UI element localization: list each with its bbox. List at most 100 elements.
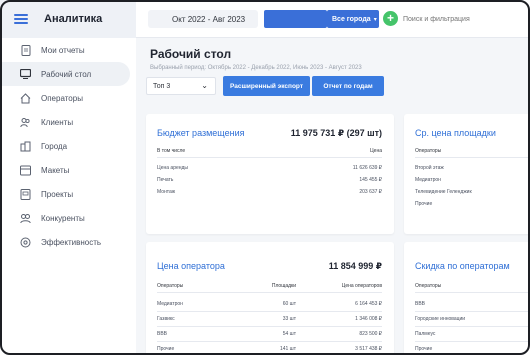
column-header: Операторы [415,283,442,289]
sidebar-item-label: Конкуренты [41,213,85,223]
sidebar-item-label: Эффективность [41,237,102,247]
operator-price-card: Цена оператора 11 854 999 ₽ Операторы Пл… [146,242,394,355]
sidebar-item-label: Мои отчеты [41,45,85,55]
column-header: Площадки [271,283,296,289]
table-cell: 6 164 453 ₽ [355,301,382,307]
table-cell: 203 637 ₽ [359,189,382,195]
divider [415,292,530,293]
table-cell: 823 500 ₽ [359,331,382,337]
column-header: В том числе [157,148,186,154]
divider [157,157,382,158]
top-n-select-value: Топ 3 [153,82,171,90]
extended-export-button[interactable]: Расширенный экспорт [223,76,310,96]
divider [157,292,382,293]
table-cell: Медиатрон [415,177,441,183]
table-cell: 54 шт [282,331,296,337]
table-cell: Прочие [157,346,175,352]
sidebar-item-cities[interactable]: Города [0,134,130,158]
divider [157,311,382,312]
sidebar-item-clients[interactable]: Клиенты [0,110,130,134]
sidebar-item-competitors[interactable]: Конкуренты [0,206,130,230]
sidebar-item-efficiency[interactable]: Эффективность [0,230,130,254]
app-window: Аналитика Окт 2022 - Авг 2023 Все города… [0,0,530,355]
sidebar-item-operators[interactable]: Операторы [0,86,130,110]
layout-icon [20,165,31,176]
sidebar-item-my-reports[interactable]: Мои отчеты [0,38,130,62]
sidebar-item-label: Клиенты [41,117,74,127]
hamburger-menu-icon[interactable] [14,14,28,24]
card-title: Цена оператора [157,261,225,271]
divider [157,341,382,342]
divider [415,326,530,327]
card-title: Скидка по операторам [415,261,510,271]
target-icon [20,237,31,248]
column-header: Цена операторов [341,283,382,289]
date-range-picker[interactable]: Окт 2022 - Авг 2023 [148,10,258,28]
column-header: Операторы [157,283,184,289]
sidebar-item-label: Города [41,141,68,151]
table-cell: 141 шт [279,346,296,352]
card-total: 11 854 999 ₽ [328,261,382,271]
table-cell: Второй этаж [415,165,444,171]
app-title: Аналитика [44,13,103,25]
sidebar-item-desktop[interactable]: Рабочий стол [0,62,130,86]
table-cell: Монтаж [157,189,176,195]
sidebar-item-label: Операторы [41,93,83,103]
chevron-down-icon: ⌄ [201,81,208,90]
table-cell: 3 517 438 ₽ [355,346,382,352]
main-content: Рабочий стол Выбранный период: Октябрь 2… [136,38,530,355]
divider [415,311,530,312]
table-cell: Прочие [415,346,433,352]
top-bar: Аналитика Окт 2022 - Авг 2023 Все города… [0,0,530,38]
top-n-select[interactable]: Топ 3 ⌄ [146,77,216,95]
document-icon [20,44,31,56]
card-title: Бюджет размещения [157,128,245,138]
table-cell: 33 шт [282,316,296,322]
sidebar-item-label: Рабочий стол [41,69,92,79]
yearly-report-button[interactable]: Отчет по годам [312,76,384,96]
users-icon [20,117,31,128]
avg-price-card: Ср. цена площадки Операторы Второй этаж … [404,114,530,234]
table-cell: 11 626 639 ₽ [352,165,382,171]
competitors-icon [20,213,31,224]
table-cell: Медиатрон [157,301,183,307]
table-cell: 1 346 008 ₽ [355,316,382,322]
table-cell: 145 455 ₽ [359,177,382,183]
table-cell: Цена аренды [157,165,189,171]
sidebar: Мои отчеты Рабочий стол Операторы Клиент… [0,38,136,355]
project-icon [20,188,31,200]
table-cell: BBB [157,331,168,337]
city-icon [20,141,31,152]
table-cell: Печать [157,177,174,183]
search-input[interactable] [403,10,530,28]
period-text: Выбранный период: Октябрь 2022 - Декабрь… [150,65,362,71]
table-cell: BBB [415,301,426,307]
page-title: Рабочий стол [150,47,232,61]
table-cell: 60 шт [282,301,296,307]
column-header: Цена [369,148,382,154]
sidebar-item-projects[interactable]: Проекты [0,182,130,206]
table-cell: Телевидение Геленджик [415,189,472,195]
sidebar-item-label: Макеты [41,165,70,175]
table-cell: Прочие [415,201,433,207]
table-cell: Палмеус [415,331,436,337]
card-total: 11 975 731 ₽ (297 шт) [290,128,382,138]
table-cell: Газвикс [157,316,175,322]
sidebar-item-label: Проекты [41,189,74,199]
divider [415,157,530,158]
city-select[interactable]: Все города ▾ [327,10,379,28]
divider [415,341,530,342]
discount-card: Скидка по операторам Операторы BBB Город… [404,242,530,355]
home-icon [20,92,31,104]
add-filter-button[interactable]: + [383,11,398,26]
monitor-icon [20,69,31,80]
selected-filter-chip[interactable] [264,10,327,28]
card-title: Ср. цена площадки [415,128,496,138]
city-select-label: Все города [332,15,371,23]
brand-area: Аналитика [0,0,136,38]
divider [157,326,382,327]
table-cell: Городские инновации [415,316,466,322]
column-header: Операторы [415,148,442,154]
budget-card: Бюджет размещения 11 975 731 ₽ (297 шт) … [146,114,394,234]
sidebar-item-layouts[interactable]: Макеты [0,158,130,182]
